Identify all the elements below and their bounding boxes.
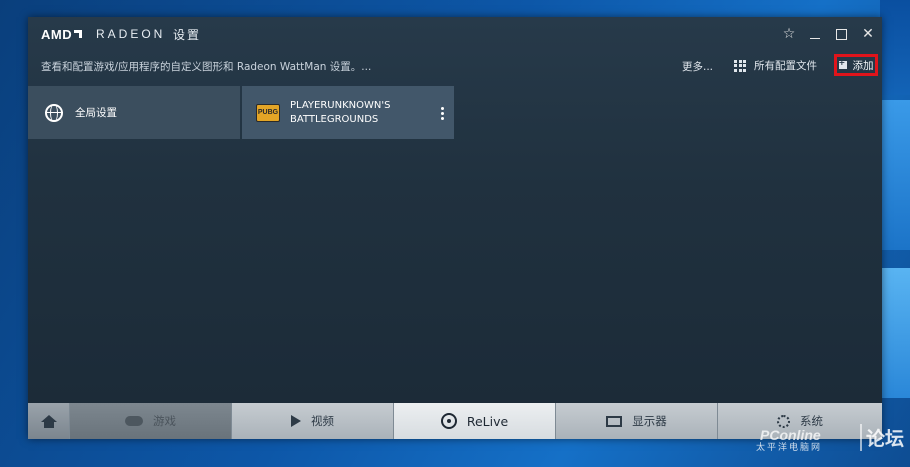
favorite-star-icon[interactable]: ☆	[778, 23, 800, 45]
nav-relive[interactable]: ReLive	[394, 403, 556, 439]
watermark-sub: 太平洋电脑网	[756, 442, 823, 452]
section-title: 设置	[173, 28, 202, 42]
add-label: 添加	[852, 59, 874, 72]
desktop-background-tile	[880, 268, 910, 398]
amd-logo: AMD	[41, 27, 83, 42]
more-link[interactable]: 更多...	[682, 59, 713, 74]
grid-icon	[734, 59, 746, 72]
monitor-icon	[606, 415, 623, 427]
close-button[interactable]: ✕	[857, 23, 879, 45]
desktop-background-tile	[880, 100, 910, 250]
nav-home[interactable]	[28, 403, 70, 439]
pubg-logo-icon: PUBG	[256, 103, 280, 122]
add-icon	[838, 58, 847, 69]
app-name: RADEON	[96, 27, 166, 41]
gear-icon	[777, 414, 790, 428]
nav-label: 游戏	[153, 414, 176, 428]
nav-label: 显示器	[632, 414, 667, 428]
globe-icon	[45, 103, 63, 122]
all-profiles-label: 所有配置文件	[754, 60, 817, 72]
nav-label: 视频	[311, 414, 334, 428]
play-icon	[291, 415, 301, 427]
profile-tiles: 全局设置 PUBG PLAYERUNKNOWN'S BATTLEGROUNDS	[28, 86, 454, 139]
gamepad-icon	[125, 416, 143, 426]
tile-global-settings[interactable]: 全局设置	[28, 86, 240, 139]
home-icon	[40, 415, 57, 428]
more-options-icon[interactable]	[441, 107, 444, 120]
relive-icon	[440, 413, 457, 429]
tile-label: PLAYERUNKNOWN'S BATTLEGROUNDS	[290, 99, 391, 125]
tile-pubg[interactable]: PUBG PLAYERUNKNOWN'S BATTLEGROUNDS	[242, 86, 454, 139]
all-profiles-button[interactable]: 所有配置文件	[734, 58, 817, 73]
tile-label: 全局设置	[75, 107, 117, 119]
nav-video[interactable]: 视频	[232, 403, 394, 439]
add-button[interactable]: 添加	[834, 54, 878, 76]
nav-label: ReLive	[466, 413, 509, 429]
pconline-watermark: PConline 太平洋电脑网 论坛	[750, 424, 910, 467]
watermark-forum: 论坛	[860, 424, 904, 451]
desktop-background-tile	[880, 0, 910, 95]
nav-games[interactable]: 游戏	[70, 403, 232, 439]
toolbar: 查看和配置游戏/应用程序的自定义图形和 Radeon WattMan 设置。..…	[28, 51, 882, 81]
title-bar: AMD RADEON 设置 ☆ ✕	[28, 17, 882, 51]
page-description: 查看和配置游戏/应用程序的自定义图形和 Radeon WattMan 设置。..…	[41, 61, 372, 73]
maximize-button[interactable]	[830, 23, 852, 45]
radeon-settings-window: AMD RADEON 设置 ☆ ✕ 查看和配置游戏/应用程序的自定义图形和 Ra…	[28, 17, 882, 439]
nav-display[interactable]: 显示器	[556, 403, 718, 439]
minimize-button[interactable]	[804, 23, 826, 45]
